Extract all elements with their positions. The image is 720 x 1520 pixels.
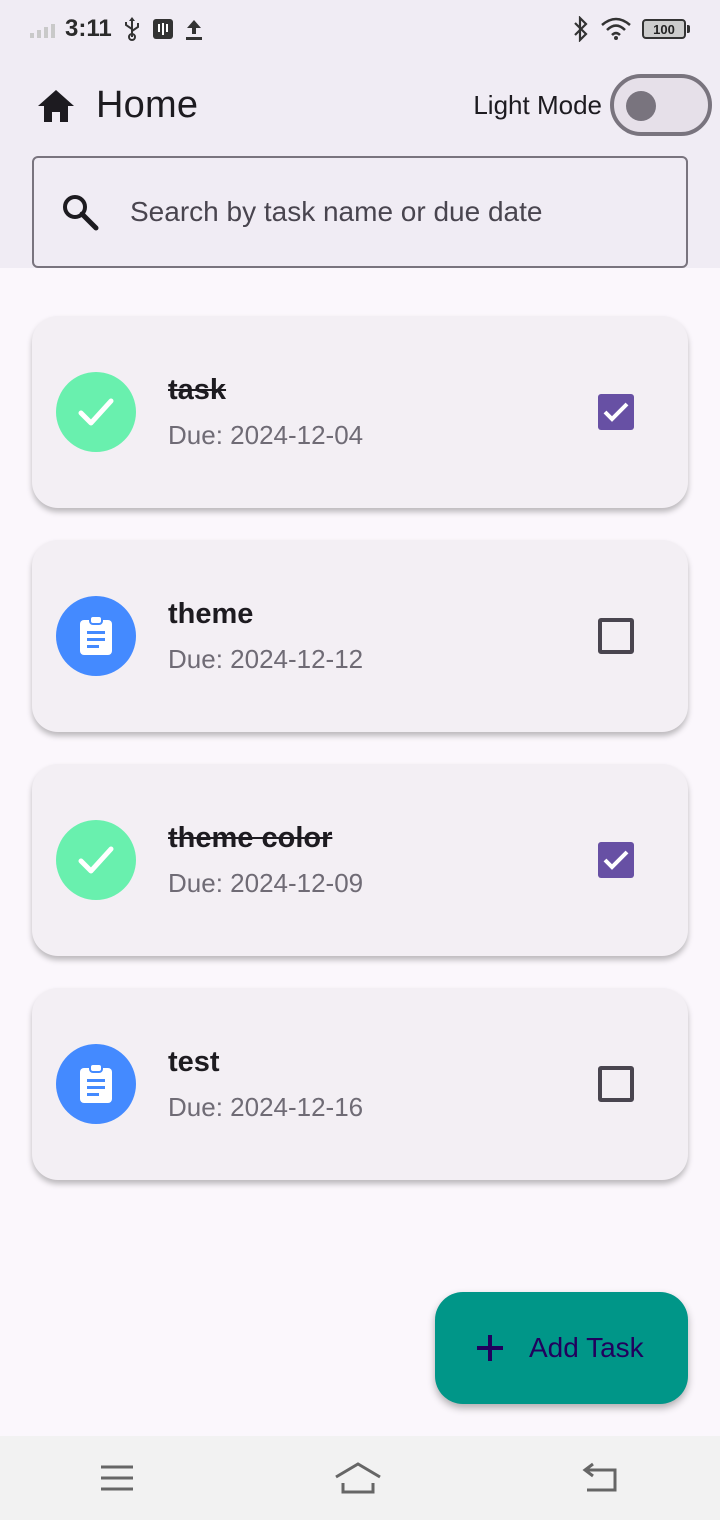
app-header: Home Light Mode Search by task name or d…	[0, 58, 720, 268]
search-icon	[63, 195, 99, 231]
bluetooth-icon	[574, 16, 588, 42]
clipboard-icon	[80, 1063, 112, 1103]
checkmark-icon	[603, 402, 629, 422]
task-due-date: Due: 2024-12-16	[168, 1092, 364, 1122]
check-icon	[78, 398, 114, 426]
task-title: test	[168, 1046, 220, 1078]
search-input[interactable]: Search by task name or due date	[32, 156, 688, 268]
task-status-avatar	[56, 596, 136, 676]
task-title: task	[168, 374, 227, 406]
task-complete-checkbox[interactable]	[598, 394, 634, 430]
signal-icon	[30, 20, 55, 38]
system-nav-bar	[0, 1436, 720, 1520]
toggle-knob	[626, 91, 656, 121]
check-icon	[78, 846, 114, 874]
checkmark-icon	[603, 850, 629, 870]
task-card[interactable]: task Due: 2024-12-04	[32, 316, 688, 508]
task-status-avatar	[56, 820, 136, 900]
task-complete-checkbox[interactable]	[598, 618, 634, 654]
title-row: Home	[36, 84, 198, 127]
add-task-label: Add Task	[529, 1332, 644, 1363]
add-task-button[interactable]: Add Task	[435, 1292, 688, 1404]
mode-label: Light Mode	[473, 89, 602, 120]
task-card[interactable]: theme Due: 2024-12-12	[32, 540, 688, 732]
page-title: Home	[96, 84, 199, 126]
status-right: 100	[572, 16, 690, 42]
home-nav-icon[interactable]	[333, 1461, 383, 1495]
task-due-date: Due: 2024-12-12	[168, 644, 364, 674]
task-title: theme	[168, 598, 254, 630]
search-placeholder: Search by task name or due date	[130, 196, 543, 227]
status-time: 3:11	[65, 15, 112, 42]
battery-icon: 100	[642, 19, 690, 39]
usb-icon	[124, 17, 139, 41]
task-due-date: Due: 2024-12-04	[168, 420, 364, 450]
wifi-icon	[601, 17, 631, 40]
task-card[interactable]: test Due: 2024-12-16	[32, 988, 688, 1180]
task-complete-checkbox[interactable]	[598, 1066, 634, 1102]
back-icon[interactable]	[581, 1462, 621, 1494]
usb-debug-icon	[152, 19, 173, 39]
task-due-date: Due: 2024-12-09	[168, 868, 364, 898]
status-left: 3:11	[30, 15, 204, 43]
task-title: theme color	[168, 822, 333, 854]
menu-icon[interactable]	[99, 1464, 135, 1492]
task-status-avatar	[56, 372, 136, 452]
status-bar: 3:11 100	[0, 0, 720, 58]
upload-icon	[185, 20, 202, 40]
plus-icon	[477, 1335, 503, 1361]
clipboard-icon	[80, 615, 112, 655]
home-icon	[38, 89, 74, 122]
task-card[interactable]: theme color Due: 2024-12-09	[32, 764, 688, 956]
theme-mode-row: Light Mode	[473, 74, 712, 136]
task-complete-checkbox[interactable]	[598, 842, 634, 878]
task-status-avatar	[56, 1044, 136, 1124]
battery-level: 100	[642, 19, 686, 39]
light-mode-toggle[interactable]	[610, 74, 712, 136]
